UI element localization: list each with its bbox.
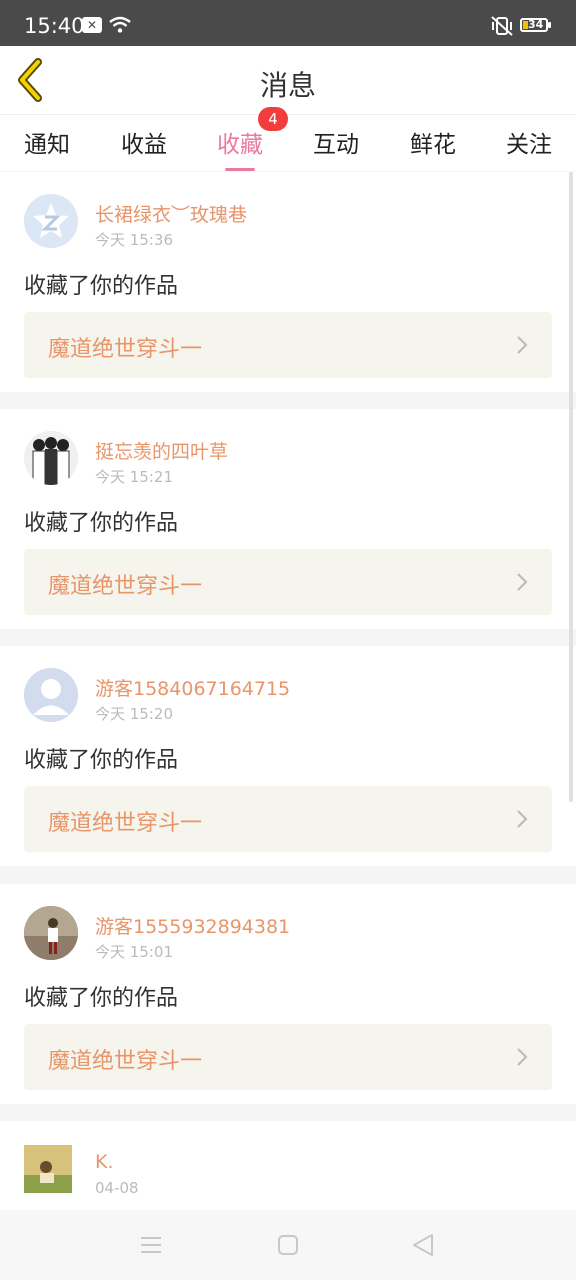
username[interactable]: 挺忘羡的四叶草 — [95, 437, 228, 464]
work-title: 魔道绝世穿斗一 — [48, 574, 203, 599]
tab-follow[interactable]: 关注 — [506, 125, 552, 159]
timestamp: 今天 15:01 — [95, 943, 173, 961]
action-text: 收藏了你的作品 — [24, 748, 179, 773]
tab-label: 收益 — [121, 132, 167, 158]
tab-label: 收藏 — [217, 132, 263, 158]
status-bar: 15:40 ✕ 34 — [0, 0, 576, 46]
username[interactable]: K. — [95, 1151, 114, 1173]
username[interactable]: 长裙绿衣︶玫瑰巷 — [95, 200, 247, 227]
tab-favorites[interactable]: 收藏 — [217, 125, 263, 171]
vibrate-off-icon — [491, 16, 513, 36]
timestamp: 今天 15:21 — [95, 468, 173, 486]
chevron-right-icon — [517, 810, 528, 828]
tab-flowers[interactable]: 鲜花 — [410, 125, 456, 159]
status-time: 15:40 — [24, 14, 85, 38]
system-nav-bar — [0, 1210, 576, 1280]
avatar[interactable] — [24, 1145, 72, 1193]
work-link[interactable]: 魔道绝世穿斗一 — [24, 312, 552, 378]
username[interactable]: 游客1584067164715 — [95, 674, 290, 701]
list-item: K. 04-08 — [0, 1121, 576, 1210]
home-icon[interactable] — [277, 1234, 299, 1256]
work-title: 魔道绝世穿斗一 — [48, 811, 203, 836]
tab-label: 通知 — [24, 132, 70, 158]
action-text: 收藏了你的作品 — [24, 274, 179, 299]
list-item: 挺忘羡的四叶草 今天 15:21 收藏了你的作品 魔道绝世穿斗一 — [0, 409, 576, 629]
tab-badge-count: 4 — [258, 107, 288, 131]
chevron-right-icon — [517, 336, 528, 354]
photo-avatar-icon — [24, 906, 78, 960]
battery-level: 34 — [528, 18, 544, 31]
default-z-avatar-icon — [24, 194, 78, 248]
chevron-right-icon — [517, 573, 528, 591]
work-link[interactable]: 魔道绝世穿斗一 — [24, 786, 552, 852]
tab-label: 鲜花 — [410, 132, 456, 158]
default-person-avatar-icon — [24, 668, 78, 722]
menu-icon[interactable] — [140, 1234, 162, 1256]
tab-earnings[interactable]: 收益 — [121, 125, 167, 159]
chevron-right-icon — [517, 1048, 528, 1066]
timestamp: 今天 15:20 — [95, 705, 173, 723]
sim-x-icon: ✕ — [82, 17, 102, 33]
work-link[interactable]: 魔道绝世穿斗一 — [24, 549, 552, 615]
timestamp: 04-08 — [95, 1179, 139, 1197]
battery-tip — [548, 22, 551, 28]
tab-label: 互动 — [313, 132, 359, 158]
avatar[interactable] — [24, 668, 78, 722]
tab-notice[interactable]: 通知 — [24, 125, 70, 159]
action-text: 收藏了你的作品 — [24, 511, 179, 536]
work-title: 魔道绝世穿斗一 — [48, 337, 203, 362]
work-title: 魔道绝世穿斗一 — [48, 1049, 203, 1074]
action-text: 收藏了你的作品 — [24, 986, 179, 1011]
username[interactable]: 游客1555932894381 — [95, 912, 290, 939]
avatar[interactable] — [24, 906, 78, 960]
back-triangle-icon[interactable] — [412, 1233, 434, 1257]
list-item: 游客1584067164715 今天 15:20 收藏了你的作品 魔道绝世穿斗一 — [0, 646, 576, 866]
tab-bar: 通知 收益 收藏 互动 鲜花 关注 — [0, 115, 576, 171]
group-photo-avatar-icon — [24, 431, 78, 485]
avatar[interactable] — [24, 431, 78, 485]
list-item: 游客1555932894381 今天 15:01 收藏了你的作品 魔道绝世穿斗一 — [0, 884, 576, 1104]
tab-interaction[interactable]: 互动 — [313, 125, 359, 159]
scrollbar[interactable] — [569, 172, 573, 802]
battery-icon: 34 — [520, 18, 548, 32]
work-link[interactable]: 魔道绝世穿斗一 — [24, 1024, 552, 1090]
page-title: 消息 — [259, 69, 316, 102]
timestamp: 今天 15:36 — [95, 231, 173, 249]
avatar[interactable] — [24, 194, 78, 248]
active-tab-indicator — [225, 168, 255, 171]
list-item: 长裙绿衣︶玫瑰巷 今天 15:36 收藏了你的作品 魔道绝世穿斗一 — [0, 172, 576, 392]
tab-label: 关注 — [506, 132, 552, 158]
wifi-icon — [109, 16, 131, 33]
app-header: 消息 — [0, 46, 576, 115]
photo-avatar-icon — [24, 1145, 72, 1193]
